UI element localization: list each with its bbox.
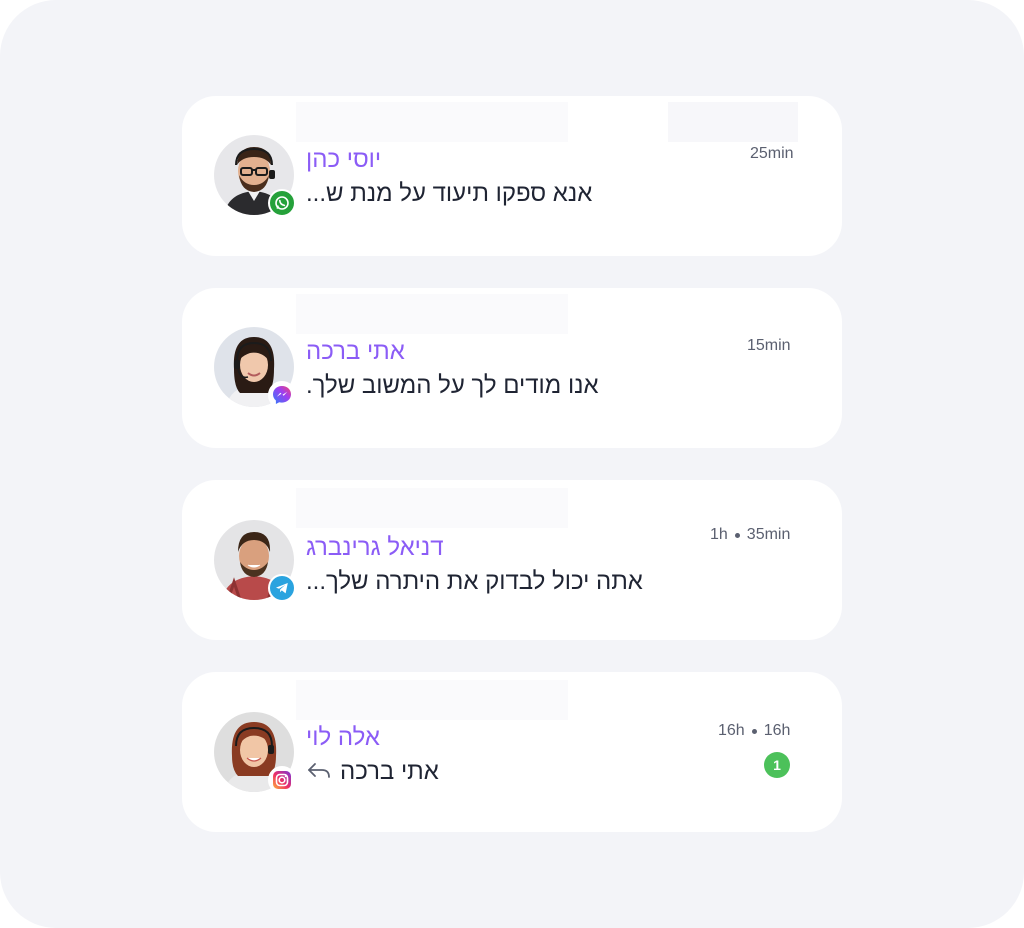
avatar-container[interactable] <box>214 327 296 409</box>
message-preview: אנו מודים לך על המשוב שלך. <box>306 372 599 399</box>
time-hours: 1h <box>710 526 728 543</box>
message-time: 25min <box>750 145 794 163</box>
message-preview: אתי ברכה <box>340 758 439 785</box>
conversation-card[interactable]: אלה לוי אתי ברכה 16h 16h 1 <box>182 672 842 832</box>
placeholder-shade <box>296 488 568 528</box>
contact-name: יוסי כהן <box>306 146 382 173</box>
separator-dot <box>734 532 740 538</box>
avatar-container[interactable] <box>214 712 296 794</box>
whatsapp-icon <box>268 189 296 217</box>
message-time: 15min <box>747 337 791 355</box>
contact-name: אלה לוי <box>306 724 380 751</box>
contact-name: דניאל גרינברג <box>306 534 444 561</box>
conversation-list-panel: יוסי כהן אנא ספקו תיעוד על מנת ש... 25mi… <box>0 0 1024 928</box>
conversation-card[interactable]: דניאל גרינברג אתה יכול לבדוק את היתרה של… <box>182 480 842 640</box>
placeholder-shade <box>296 680 568 720</box>
messenger-icon <box>268 381 296 409</box>
avatar-container[interactable] <box>214 135 296 217</box>
time-label: 15min <box>747 337 791 354</box>
contact-name: אתי ברכה <box>306 338 405 365</box>
avatar-container[interactable] <box>214 520 296 602</box>
instagram-icon <box>268 766 296 794</box>
placeholder-shade <box>296 102 568 142</box>
placeholder-shade <box>296 294 568 334</box>
conversation-card[interactable]: יוסי כהן אנא ספקו תיעוד על מנת ש... 25mi… <box>182 96 842 256</box>
message-time: 1h 35min <box>710 526 790 544</box>
message-preview-row: אתי ברכה <box>306 758 439 786</box>
placeholder-shade <box>668 102 798 142</box>
time-label: 25min <box>750 145 794 162</box>
separator-dot <box>751 728 757 734</box>
conversation-card[interactable]: אתי ברכה אנו מודים לך על המשוב שלך. 15mi… <box>182 288 842 448</box>
reply-arrow-icon <box>306 760 332 785</box>
telegram-icon <box>268 574 296 602</box>
time-hours: 16h <box>718 722 745 739</box>
message-preview: אתה יכול לבדוק את היתרה שלך... <box>306 568 643 595</box>
unread-count-badge: 1 <box>764 752 790 778</box>
message-time: 16h 16h <box>718 722 790 740</box>
message-preview: אנא ספקו תיעוד על מנת ש... <box>306 180 593 207</box>
time-hours: 16h <box>763 722 791 739</box>
time-minutes: 35min <box>746 526 791 543</box>
